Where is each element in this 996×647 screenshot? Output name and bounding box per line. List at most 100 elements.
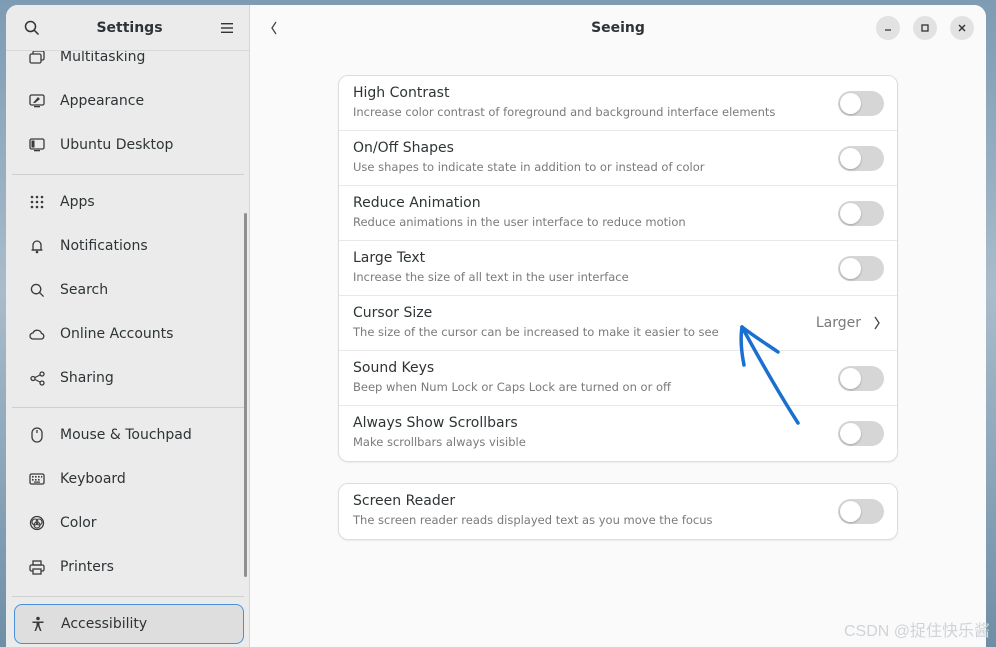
sidebar-item-label: Ubuntu Desktop <box>60 137 174 153</box>
bell-icon <box>26 237 48 255</box>
appearance-icon <box>26 92 48 110</box>
watermark: CSDN @捉住快乐酱 <box>843 623 990 640</box>
sidebar-item-apps[interactable]: Apps <box>14 182 244 222</box>
multitasking-icon <box>26 51 48 66</box>
toggle-knob <box>840 258 861 279</box>
toggle-knob <box>840 203 861 224</box>
mouse-icon <box>26 426 48 444</box>
row-title: Cursor Size <box>353 305 433 321</box>
toggle-knob <box>840 501 861 522</box>
share-icon <box>26 369 48 387</box>
row-subtitle: Increase the size of all text in the use… <box>353 270 629 284</box>
sidebar-item-color[interactable]: Color <box>14 503 244 543</box>
color-icon <box>26 514 48 532</box>
sidebar-separator <box>12 596 244 597</box>
close-icon[interactable] <box>950 16 974 40</box>
on-off-shapes-row[interactable]: On/Off Shapes Use shapes to indicate sta… <box>339 131 897 186</box>
sidebar-item-label: Search <box>60 282 109 298</box>
sidebar-separator <box>12 174 244 175</box>
sidebar-item-label: Sharing <box>60 370 114 386</box>
high-contrast-toggle[interactable] <box>838 91 884 116</box>
sidebar-item-notifications[interactable]: Notifications <box>14 226 244 266</box>
sidebar-separator <box>12 407 244 408</box>
maximize-icon[interactable] <box>913 16 937 40</box>
sidebar-item-label: Color <box>60 515 97 531</box>
sidebar-item-label: Mouse & Touchpad <box>60 427 192 443</box>
search-icon <box>26 281 48 299</box>
reduce-animation-toggle[interactable] <box>838 201 884 226</box>
accessibility-icon <box>27 615 49 633</box>
on-off-shapes-toggle[interactable] <box>838 146 884 171</box>
sidebar-item-search[interactable]: Search <box>14 270 244 310</box>
sound-keys-row[interactable]: Sound Keys Beep when Num Lock or Caps Lo… <box>339 351 897 406</box>
ubuntu-desktop-icon <box>26 136 48 154</box>
main-header: Seeing <box>250 5 986 51</box>
high-contrast-row[interactable]: High Contrast Increase color contrast of… <box>339 76 897 131</box>
sidebar-scrollbar[interactable] <box>244 213 247 577</box>
row-title: High Contrast <box>353 85 450 101</box>
large-text-row[interactable]: Large Text Increase the size of all text… <box>339 241 897 296</box>
sidebar-item-label: Multitasking <box>60 51 146 65</box>
menu-icon[interactable] <box>215 16 239 40</box>
reduce-animation-row[interactable]: Reduce Animation Reduce animations in th… <box>339 186 897 241</box>
search-icon[interactable] <box>20 16 44 40</box>
sidebar-item-label: Apps <box>60 194 95 210</box>
row-title: Always Show Scrollbars <box>353 415 518 431</box>
sidebar-item-label: Printers <box>60 559 114 575</box>
row-title: Sound Keys <box>353 360 435 376</box>
sidebar-item-label: Notifications <box>60 238 148 254</box>
sidebar-item-appearance[interactable]: Appearance <box>14 81 244 121</box>
window-controls <box>876 16 974 40</box>
row-subtitle: The screen reader reads displayed text a… <box>353 513 713 527</box>
row-subtitle: Reduce animations in the user interface … <box>353 215 686 229</box>
sidebar-item-mouse-touchpad[interactable]: Mouse & Touchpad <box>14 415 244 455</box>
sidebar-header: Settings <box>6 5 249 51</box>
back-icon[interactable] <box>262 16 286 40</box>
printer-icon <box>26 558 48 576</box>
always-show-scrollbars-row[interactable]: Always Show Scrollbars Make scrollbars a… <box>339 406 897 461</box>
main-panel: Seeing High Contrast Increase color cont… <box>250 5 986 647</box>
row-subtitle: Make scrollbars always visible <box>353 435 526 449</box>
sidebar-item-label: Appearance <box>60 93 145 109</box>
sidebar-item-ubuntu-desktop[interactable]: Ubuntu Desktop <box>14 125 244 165</box>
sound-keys-toggle[interactable] <box>838 366 884 391</box>
sidebar-item-accessibility[interactable]: Accessibility <box>14 604 244 644</box>
sidebar-item-label: Online Accounts <box>60 326 174 342</box>
always-show-scrollbars-toggle[interactable] <box>838 421 884 446</box>
row-title: On/Off Shapes <box>353 140 454 156</box>
screen-reader-card: Screen Reader The screen reader reads di… <box>338 483 898 540</box>
cursor-size-value: Larger <box>815 315 861 331</box>
toggle-knob <box>840 368 861 389</box>
apps-grid-icon <box>26 193 48 211</box>
sidebar-item-label: Accessibility <box>61 616 148 632</box>
sidebar-item-sharing[interactable]: Sharing <box>14 358 244 398</box>
settings-window: Settings Multitasking Appearance Ubuntu … <box>6 5 986 647</box>
toggle-knob <box>840 148 861 169</box>
toggle-knob <box>840 93 861 114</box>
screen-reader-toggle[interactable] <box>838 499 884 524</box>
row-title: Screen Reader <box>353 493 456 509</box>
keyboard-icon <box>26 470 48 488</box>
sidebar: Settings Multitasking Appearance Ubuntu … <box>6 5 250 647</box>
large-text-toggle[interactable] <box>838 256 884 281</box>
sidebar-list: Multitasking Appearance Ubuntu Desktop A… <box>6 51 249 647</box>
row-subtitle: Use shapes to indicate state in addition… <box>353 160 705 174</box>
sidebar-item-multitasking[interactable]: Multitasking <box>14 51 244 77</box>
minimize-icon[interactable] <box>876 16 900 40</box>
sidebar-item-label: Keyboard <box>60 471 126 487</box>
row-title: Reduce Animation <box>353 195 481 211</box>
cursor-size-row[interactable]: Cursor Size The size of the cursor can b… <box>339 296 897 351</box>
sidebar-item-keyboard[interactable]: Keyboard <box>14 459 244 499</box>
seeing-options-list: High Contrast Increase color contrast of… <box>338 75 898 462</box>
screen-reader-row[interactable]: Screen Reader The screen reader reads di… <box>339 484 897 539</box>
row-title: Large Text <box>353 250 426 266</box>
sidebar-title: Settings <box>96 19 163 36</box>
row-subtitle: The size of the cursor can be increased … <box>353 325 719 339</box>
cloud-icon <box>26 325 48 343</box>
chevron-right-icon <box>873 315 881 335</box>
row-subtitle: Increase color contrast of foreground an… <box>353 105 776 119</box>
row-subtitle: Beep when Num Lock or Caps Lock are turn… <box>353 380 671 394</box>
page-title: Seeing <box>591 20 645 36</box>
sidebar-item-online-accounts[interactable]: Online Accounts <box>14 314 244 354</box>
sidebar-item-printers[interactable]: Printers <box>14 547 244 587</box>
